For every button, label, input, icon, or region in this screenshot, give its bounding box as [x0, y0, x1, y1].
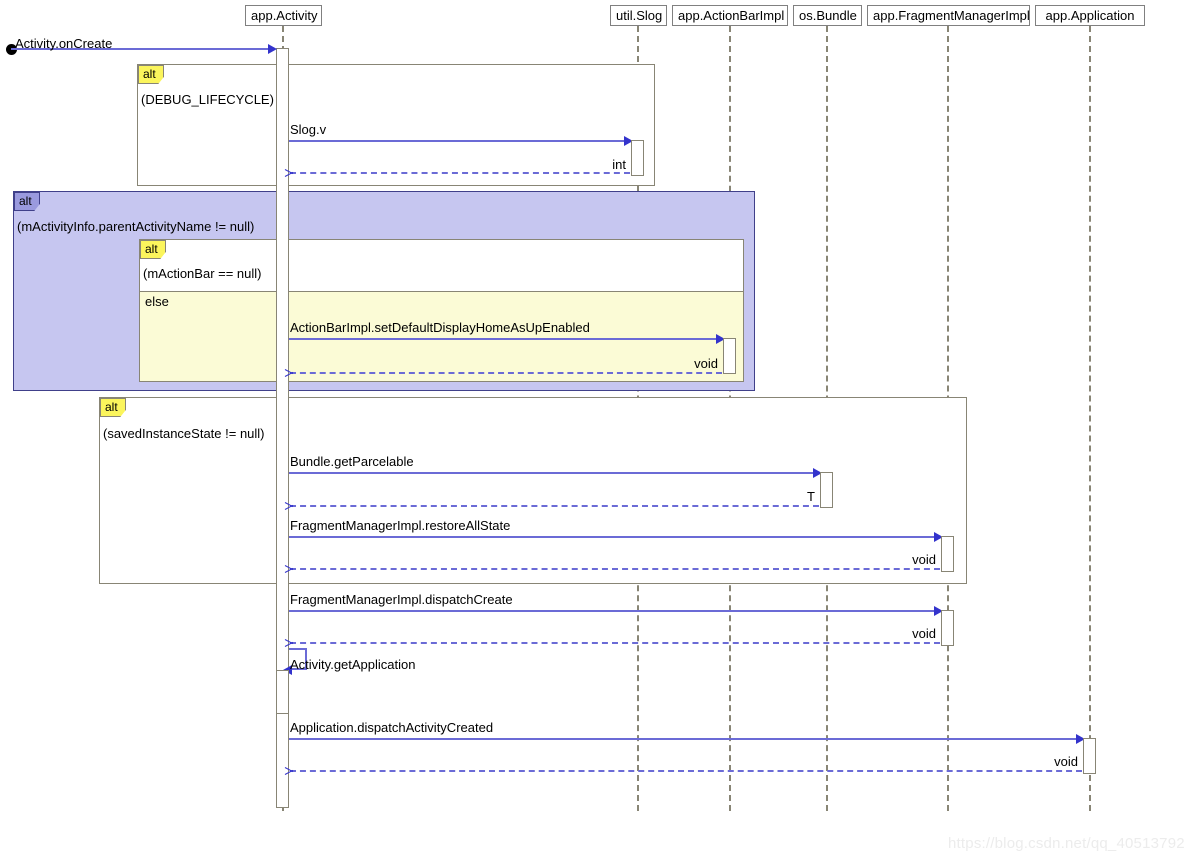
- return-line-dispatchactivitycreated: [290, 770, 1082, 772]
- participant-util-slog[interactable]: util.Slog: [610, 5, 667, 26]
- return-label-slog-v: int: [612, 157, 626, 172]
- return-arrowhead-restoreallstate: [285, 564, 294, 573]
- return-label-dispatchactivitycreated: void: [1054, 754, 1078, 769]
- return-arrowhead-setdefaultdisplayhomeasupenabled: [285, 368, 294, 377]
- activation-bar-os-bundle: [820, 472, 833, 508]
- watermark-text: https://blog.csdn.net/qq_40513792: [948, 835, 1185, 852]
- message-line-slog-v: [289, 140, 627, 142]
- message-label-setdefaultdisplayhomeasupenabled: ActionBarImpl.setDefaultDisplayHomeAsUpE…: [290, 320, 590, 335]
- message-label-bundle-getparcelable: Bundle.getParcelable: [290, 454, 414, 469]
- activation-bar-fragmentmanager-dispatchcreate: [941, 610, 954, 646]
- message-label-dispatchactivitycreated: Application.dispatchActivityCreated: [290, 720, 494, 735]
- message-label-getapplication: Activity.getApplication: [290, 657, 416, 672]
- fragment-condition-parent-activity-name: (mActivityInfo.parentActivityName != nul…: [17, 219, 255, 234]
- participant-app-fragmentmanagerimpl[interactable]: app.FragmentManagerImpl: [867, 5, 1030, 26]
- fragment-operator-label: alt: [140, 240, 166, 259]
- fragment-condition-saved-instance-state: (savedInstanceState != null): [103, 426, 265, 441]
- fragment-alt-mactionbar-outline: alt: [139, 239, 744, 382]
- message-line-restoreallstate: [289, 536, 937, 538]
- message-label-slog-v: Slog.v: [290, 122, 327, 137]
- return-label-setdefaultdisplayhomeasupenabled: void: [694, 356, 718, 371]
- return-line-setdefaultdisplayhomeasupenabled: [290, 372, 722, 374]
- message-line-dispatchactivitycreated: [289, 738, 1079, 740]
- activation-bar-util-slog: [631, 140, 644, 176]
- fragment-partition-divider: [140, 291, 743, 292]
- return-arrowhead-dispatchcreate: [285, 638, 294, 647]
- sequence-diagram-canvas: app.Activity util.Slog app.ActionBarImpl…: [0, 0, 1196, 863]
- message-line-bundle-getparcelable: [289, 472, 816, 474]
- return-line-restoreallstate: [290, 568, 940, 570]
- message-label-restoreallstate: FragmentManagerImpl.restoreAllState: [290, 518, 511, 533]
- fragment-operator-label: alt: [14, 192, 40, 211]
- participant-app-activity[interactable]: app.Activity: [245, 5, 322, 26]
- fragment-condition-mactionbar-null: (mActionBar == null): [143, 266, 262, 281]
- return-line-dispatchcreate: [290, 642, 940, 644]
- return-label-dispatchcreate: void: [912, 626, 936, 641]
- fragment-else-label-mactionbar: else: [145, 294, 169, 309]
- message-line-setdefaultdisplayhomeasupenabled: [289, 338, 719, 340]
- lifeline-app-application: [1089, 26, 1091, 811]
- activation-bar-app-application: [1083, 738, 1096, 774]
- found-message-arrowhead: [268, 44, 277, 54]
- activation-bar-app-actionbarimpl: [723, 338, 736, 374]
- fragment-condition-debug-lifecycle: (DEBUG_LIFECYCLE): [141, 92, 274, 107]
- message-label-dispatchcreate: FragmentManagerImpl.dispatchCreate: [290, 592, 513, 607]
- return-arrowhead-bundle-getparcelable: [285, 501, 294, 510]
- return-line-slog-v: [290, 172, 630, 174]
- return-label-bundle-getparcelable: T: [807, 489, 815, 504]
- fragment-operator-label: alt: [100, 398, 126, 417]
- found-message-label: Activity.onCreate: [15, 36, 113, 51]
- activation-bar-fragmentmanager-restoreallstate: [941, 536, 954, 572]
- return-arrowhead-slog-v: [285, 168, 294, 177]
- participant-os-bundle[interactable]: os.Bundle: [793, 5, 862, 26]
- participant-app-application[interactable]: app.Application: [1035, 5, 1145, 26]
- return-arrowhead-dispatchactivitycreated: [285, 766, 294, 775]
- return-line-bundle-getparcelable: [290, 505, 819, 507]
- message-line-dispatchcreate: [289, 610, 937, 612]
- fragment-operator-label: alt: [138, 65, 164, 84]
- return-label-restoreallstate: void: [912, 552, 936, 567]
- participant-app-actionbarimpl[interactable]: app.ActionBarImpl: [672, 5, 788, 26]
- activation-bar-getapplication: [276, 670, 289, 714]
